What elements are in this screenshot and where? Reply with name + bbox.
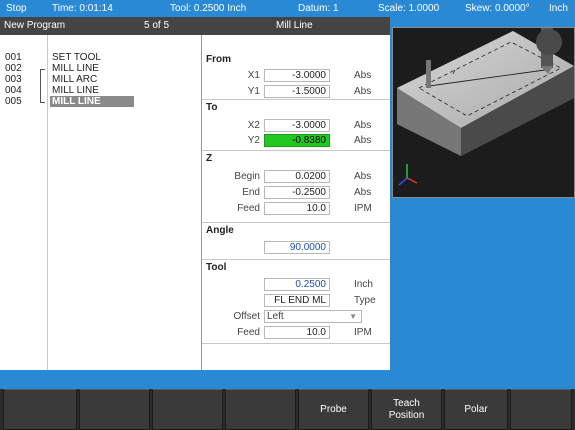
softkey-4[interactable] [225,389,296,430]
z-end-field[interactable]: -0.2500 [264,186,330,199]
tool-section: Tool 0.2500 Inch FL END ML Type Offset L… [202,260,390,344]
step-name: MILL LINE [50,96,134,107]
x1-field[interactable]: -3.0000 [264,69,330,82]
tool-feed-field[interactable]: 10.0 [264,326,330,339]
step-name: MILL LINE [52,63,99,74]
z-section: Z Begin 0.0200 Abs End -0.2500 Abs Feed … [202,151,390,223]
z-begin-field[interactable]: 0.0200 [264,170,330,183]
softkey-3[interactable] [152,389,223,430]
offset-select[interactable]: Left ▼ [264,310,362,323]
step-name: SET TOOL [52,52,101,63]
program-list[interactable]: 001 SET TOOL 002 MILL LINE 003 MILL ARC … [0,35,202,370]
skew-status: Skew: 0.0000° [465,3,530,14]
offset-value: Left [267,311,284,322]
status-bar: Stop Time: 0:01:14 Tool: 0.2500 Inch Dat… [0,0,575,17]
to-section: To X2 -3.0000 Abs Y2 -0.8380 Abs [202,100,390,151]
toolpath-preview [392,27,575,198]
step-number: 003 [5,74,22,85]
operation-name: Mill Line [276,20,313,31]
x2-label: X2 [247,120,260,131]
section-title: Z [206,153,213,164]
list-item[interactable]: 004 MILL LINE [0,85,200,96]
x2-unit: Abs [354,120,372,131]
list-item[interactable]: 002 MILL LINE [0,63,200,74]
machine-state: Stop [6,3,27,14]
z-begin-unit: Abs [354,171,372,182]
teach-position-button[interactable]: Teach Position [371,389,442,430]
chevron-down-icon: ▼ [349,312,357,321]
section-title: Tool [206,262,227,273]
list-item[interactable]: 001 SET TOOL [0,52,200,63]
step-number: 005 [5,96,22,107]
step-number: 004 [5,85,22,96]
step-name: MILL ARC [52,74,98,85]
workpiece-3d-graphic [397,28,574,186]
z-feed-field[interactable]: 10.0 [264,202,330,215]
program-title-bar: New Program 5 of 5 Mill Line [0,17,390,35]
step-number: 002 [5,63,22,74]
softkey-1[interactable] [3,389,77,430]
angle-section: Angle 90.0000 [202,223,390,260]
from-section: From X1 -3.0000 Abs Y1 -1.5000 Abs [202,35,390,100]
y2-field[interactable]: -0.8380 [264,134,330,147]
softkey-8[interactable] [510,389,572,430]
section-title: To [206,102,218,113]
y1-label: Y1 [247,86,260,97]
tool-feed-label: Feed [237,327,260,338]
step-name: MILL LINE [52,85,99,96]
offset-label: Offset [233,311,261,322]
list-item[interactable]: 003 MILL ARC [0,74,200,85]
x1-label: X1 [247,70,260,81]
y1-field[interactable]: -1.5000 [264,85,330,98]
tool-status: Tool: 0.2500 Inch [170,3,247,14]
z-feed-unit: IPM [354,203,372,214]
units-status: Inch [549,3,568,14]
elapsed-time: Time: 0:01:14 [52,3,113,14]
softkey-2[interactable] [79,389,150,430]
tool-feed-unit: IPM [354,327,372,338]
mill-line-form: From X1 -3.0000 Abs Y1 -1.5000 Abs To X2… [202,35,390,370]
scale-status: Scale: 1.0000 [378,3,440,14]
softkey-bar: Probe Teach Position Polar [0,389,575,430]
step-position: 5 of 5 [144,20,170,31]
list-item-selected[interactable]: 005 MILL LINE [0,96,200,107]
z-feed-label: Feed [237,203,260,214]
tool-type-field[interactable]: FL END ML [264,294,330,307]
angle-field[interactable]: 90.0000 [264,241,330,254]
z-begin-label: Begin [234,171,260,182]
probe-button[interactable]: Probe [298,389,369,430]
z-end-unit: Abs [354,187,372,198]
x1-unit: Abs [354,70,372,81]
x2-field[interactable]: -3.0000 [264,119,330,132]
datum-status: Datum: 1 [298,3,339,14]
section-title: Angle [206,225,234,236]
tool-size-unit: Inch [354,279,373,290]
section-title: From [206,54,231,65]
tool-size-field[interactable]: 0.2500 [264,278,330,291]
z-end-label: End [242,187,260,198]
step-number: 001 [5,52,22,63]
polar-button[interactable]: Polar [444,389,508,430]
y1-unit: Abs [354,86,372,97]
y2-unit: Abs [354,135,372,146]
program-name: New Program [4,20,66,31]
y2-label: Y2 [247,135,260,146]
tool-type-label: Type [354,295,376,306]
